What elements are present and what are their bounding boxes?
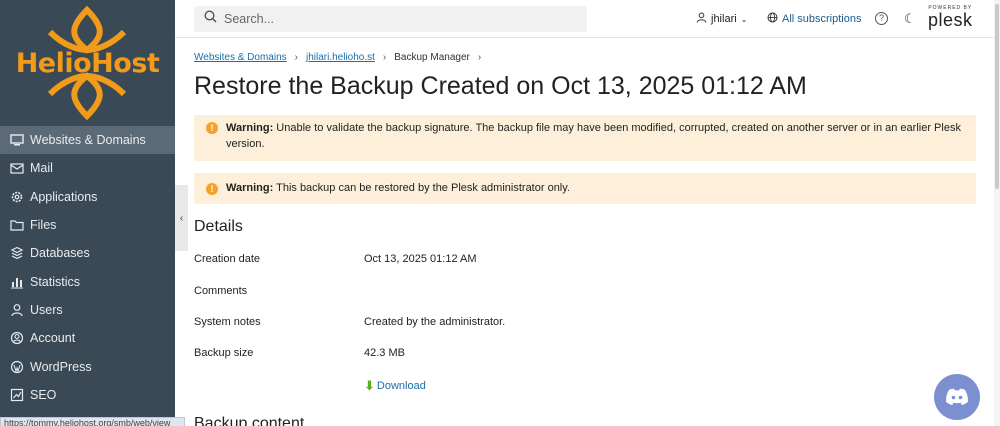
- user-icon: [696, 12, 707, 26]
- download-arrow-icon: ⬇: [364, 378, 375, 393]
- sidebar-item-websites-domains[interactable]: Websites & Domains: [0, 126, 175, 155]
- sidebar-item-label: Websites & Domains: [30, 133, 146, 148]
- sidebar-item-label: Account: [30, 331, 76, 346]
- plesk-logo[interactable]: POWERED BY plesk: [928, 6, 973, 30]
- warning-text: This backup can be restored by the Plesk…: [273, 182, 570, 194]
- warning-icon: !: [206, 183, 218, 195]
- backup-content-heading: Backup content: [194, 415, 305, 426]
- account-icon: [10, 331, 24, 345]
- sidebar-item-users[interactable]: Users: [0, 296, 175, 324]
- bar-chart-icon: [10, 275, 24, 289]
- seo-chart-icon: [10, 388, 24, 402]
- detail-label: Backup size: [194, 347, 254, 359]
- details-heading: Details: [194, 218, 243, 235]
- download-link[interactable]: ⬇ Download: [364, 378, 426, 394]
- chevron-left-icon: ‹: [179, 212, 184, 224]
- user-icon: [10, 303, 24, 317]
- status-bar-url: https://tommy.heliohost.org/smb/web/view: [0, 417, 185, 426]
- chevron-down-icon: ⌄: [740, 14, 748, 24]
- sidebar-item-databases[interactable]: Databases: [0, 239, 175, 267]
- download-label: Download: [376, 380, 426, 392]
- user-name: jhilari: [711, 13, 737, 25]
- detail-value: 42.3 MB: [364, 347, 405, 359]
- search-box[interactable]: [194, 6, 587, 32]
- breadcrumb-link-websites-domains[interactable]: Websites & Domains: [194, 52, 287, 63]
- detail-row-comments: Comments: [194, 285, 364, 297]
- help-icon[interactable]: ?: [875, 12, 888, 25]
- warning-label: Warning:: [226, 122, 274, 134]
- sidebar-item-label: Databases: [30, 246, 90, 261]
- database-icon: [10, 246, 24, 260]
- sidebar-item-label: SEO: [30, 387, 57, 402]
- monitor-icon: [10, 133, 24, 147]
- sidebar-item-applications[interactable]: Applications: [0, 183, 175, 211]
- detail-row-system-notes: System notes Created by the administrato…: [194, 316, 505, 328]
- breadcrumb: Websites & Domains › jhilari.helioho.st …: [194, 52, 481, 63]
- detail-value: Oct 13, 2025 01:12 AM: [364, 253, 477, 265]
- page-scrollbar[interactable]: [994, 0, 1000, 426]
- detail-row-backup-size: Backup size 42.3 MB: [194, 347, 405, 359]
- sidebar-collapse-button[interactable]: ‹: [175, 185, 188, 251]
- page-title: Restore the Backup Created on Oct 13, 20…: [194, 72, 807, 100]
- wordpress-icon: [10, 360, 24, 374]
- plesk-wordmark: plesk: [928, 10, 973, 30]
- breadcrumb-separator-icon: ›: [477, 52, 482, 63]
- breadcrumb-link-domain[interactable]: jhilari.helioho.st: [306, 52, 375, 63]
- admin-only-warning-alert: ! Warning: This backup can be restored b…: [194, 173, 976, 204]
- breadcrumb-separator-icon: ›: [382, 52, 387, 63]
- sidebar-item-statistics[interactable]: Statistics: [0, 267, 175, 295]
- moon-icon[interactable]: ☾: [904, 11, 916, 27]
- sidebar-item-files[interactable]: Files: [0, 211, 175, 239]
- sidebar-item-seo[interactable]: SEO: [0, 381, 175, 409]
- discord-icon: [946, 388, 968, 405]
- sidebar-item-label: Files: [30, 218, 57, 233]
- signature-warning-alert: ! Warning: Unable to validate the backup…: [194, 115, 976, 161]
- scrollbar-thumb[interactable]: [995, 4, 999, 189]
- search-input[interactable]: [224, 12, 564, 26]
- sidebar-item-label: Statistics: [30, 274, 81, 289]
- sidebar-item-label: Users: [30, 302, 63, 317]
- sidebar-item-account[interactable]: Account: [0, 324, 175, 352]
- breadcrumb-separator-icon: ›: [294, 52, 298, 63]
- detail-row-creation-date: Creation date Oct 13, 2025 01:12 AM: [194, 253, 477, 265]
- warning-label: Warning:: [226, 182, 274, 194]
- detail-value: Created by the administrator.: [364, 316, 506, 328]
- search-icon: [204, 10, 217, 28]
- sidebar: HelioHost Websites & Domains Mail Applic…: [0, 0, 175, 426]
- user-menu[interactable]: jhilari ⌄: [696, 12, 747, 26]
- discord-chat-button[interactable]: [934, 374, 980, 420]
- globe-icon: [767, 12, 778, 26]
- brand-name: HelioHost: [15, 47, 160, 79]
- breadcrumb-link-backup-manager[interactable]: Backup Manager: [394, 52, 470, 63]
- sidebar-nav: Websites & Domains Mail Applications Fil…: [0, 126, 175, 409]
- sidebar-item-label: WordPress: [30, 359, 92, 374]
- sidebar-item-label: Applications: [30, 189, 98, 204]
- top-bar: jhilari ⌄ All subscriptions ? ☾ POWERED …: [175, 0, 1000, 38]
- heliohost-logo[interactable]: HelioHost: [0, 0, 175, 126]
- sidebar-item-label: Mail: [30, 161, 53, 176]
- detail-label: Creation date: [194, 253, 261, 265]
- detail-label: Comments: [194, 285, 248, 297]
- sidebar-item-wordpress[interactable]: WordPress: [0, 352, 175, 380]
- subscriptions-menu[interactable]: All subscriptions: [767, 12, 861, 26]
- warning-text: Unable to validate the backup signature.…: [226, 122, 961, 150]
- warning-icon: !: [206, 122, 218, 134]
- subscriptions-label: All subscriptions: [782, 13, 862, 25]
- sidebar-item-mail[interactable]: Mail: [0, 154, 175, 182]
- mail-icon: [10, 161, 24, 175]
- folder-icon: [10, 218, 24, 232]
- detail-label: System notes: [194, 316, 261, 328]
- gear-icon: [10, 190, 24, 204]
